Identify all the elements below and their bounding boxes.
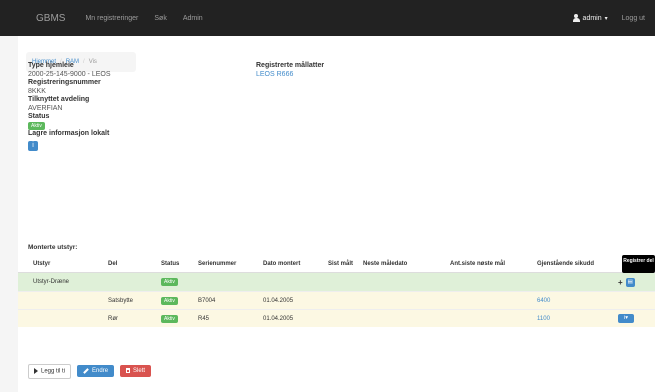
registered-notes: Registrerte mållatter LEOS R666 bbox=[256, 62, 324, 79]
edit-label: Endre bbox=[92, 368, 109, 375]
regnr-value: 8KKK bbox=[28, 87, 46, 95]
delete-label: Slett bbox=[133, 368, 146, 375]
nav-admin[interactable]: Admin bbox=[183, 15, 203, 22]
user-menu[interactable]: admin ▾ bbox=[572, 14, 608, 22]
user-icon bbox=[572, 14, 580, 22]
row-dato: 01.04.2005 bbox=[263, 297, 294, 304]
regnr-label: Registreringsnummer bbox=[28, 79, 101, 86]
col-gjenstaende: Gjenstående sikudd bbox=[537, 260, 595, 267]
col-sist-malt: Sist målt bbox=[328, 260, 354, 267]
table-row: Satsbytte Aktiv B7004 01.04.2005 6400 bbox=[18, 291, 655, 309]
table-row-group: Utstyr-Dræne Aktiv + ▤ bbox=[18, 273, 655, 291]
type-value: 2000-25-145-9000 - LEOS bbox=[28, 70, 111, 78]
chevron-down-icon: ▾ bbox=[604, 15, 608, 22]
col-status: Status bbox=[161, 260, 180, 267]
row-serienummer: R45 bbox=[198, 315, 210, 322]
user-name: admin bbox=[582, 14, 602, 22]
nav-right: admin ▾ Logg ut bbox=[572, 14, 645, 22]
regnote-link[interactable]: LEOS R666 bbox=[256, 71, 293, 78]
edit-button[interactable]: Endre bbox=[77, 365, 115, 378]
back-button[interactable]: Legg til ti bbox=[28, 364, 72, 379]
table-row: Rør Aktiv R45 01.04.2005 1100 i▾ bbox=[18, 309, 655, 327]
row-action-button[interactable]: i▾ bbox=[618, 314, 634, 323]
pencil-icon bbox=[83, 367, 89, 374]
row-del: Satsbytte bbox=[108, 297, 134, 304]
col-ant-siste: Ant.siste nøste mål bbox=[450, 260, 506, 267]
col-utstyr: Utstyr bbox=[33, 260, 51, 267]
info-button[interactable]: i bbox=[28, 140, 38, 151]
table-header: Utstyr Del Status Serienummer Dato monte… bbox=[18, 255, 655, 273]
equipment-title: Monterte utstyr: bbox=[28, 244, 78, 251]
row-gjenstaende-link[interactable]: 6400 bbox=[537, 298, 550, 304]
row-gjenstaende-link[interactable]: 1100 bbox=[537, 316, 550, 322]
arrow-right-icon bbox=[34, 368, 38, 374]
row-actions: i▾ bbox=[618, 314, 634, 323]
row-serienummer: B7004 bbox=[198, 297, 216, 304]
equipment-table: Utstyr Del Status Serienummer Dato monte… bbox=[18, 255, 655, 327]
dept-value: AVERFIAN bbox=[28, 104, 63, 112]
row-dato: 01.04.2005 bbox=[263, 315, 294, 322]
row-status: Aktiv bbox=[161, 314, 178, 323]
group-actions: + ▤ bbox=[618, 277, 635, 287]
regnote-label: Registrerte mållatter bbox=[256, 62, 325, 69]
col-neste-maledato: Neste måledato bbox=[363, 260, 408, 267]
info-label: Lagre informasjon lokalt bbox=[28, 130, 110, 137]
status-badge: Aktiv bbox=[161, 278, 178, 286]
status-badge: Aktiv bbox=[161, 314, 178, 323]
type-label: Type hjemleie bbox=[28, 62, 74, 69]
status-badge: Aktiv bbox=[28, 121, 45, 130]
detail-panel: Type hjemleie 2000-25-145-9000 - LEOS Re… bbox=[28, 62, 228, 151]
status-label: Status bbox=[28, 113, 50, 120]
col-serienummer: Serienummer bbox=[198, 260, 237, 267]
register-tooltip: Registrer del bbox=[622, 255, 655, 273]
row-status: Aktiv bbox=[161, 296, 178, 305]
nav-search[interactable]: Søk bbox=[154, 15, 166, 22]
dept-label: Tilknyttet avdeling bbox=[28, 96, 90, 103]
status-badge: Aktiv bbox=[161, 296, 178, 305]
nav-my-registrations[interactable]: Mn registreringer bbox=[85, 15, 138, 22]
row-del: Rør bbox=[108, 315, 118, 322]
footer-actions: Legg til ti Endre Slett bbox=[28, 364, 152, 379]
plus-icon[interactable]: + bbox=[618, 278, 623, 287]
back-label: Legg til ti bbox=[41, 368, 66, 375]
register-button[interactable]: ▤ bbox=[625, 277, 635, 287]
top-navbar: GBMS Mn registreringer Søk Admin admin ▾… bbox=[0, 0, 655, 36]
trash-icon bbox=[126, 368, 131, 374]
group-name: Utstyr-Dræne bbox=[33, 279, 70, 285]
brand-logo[interactable]: GBMS bbox=[36, 13, 65, 24]
col-dato-montert: Dato montert bbox=[263, 260, 301, 267]
delete-button[interactable]: Slett bbox=[120, 365, 152, 378]
logout-link[interactable]: Logg ut bbox=[622, 15, 645, 22]
col-del: Del bbox=[108, 260, 118, 267]
group-status: Aktiv bbox=[161, 278, 178, 286]
